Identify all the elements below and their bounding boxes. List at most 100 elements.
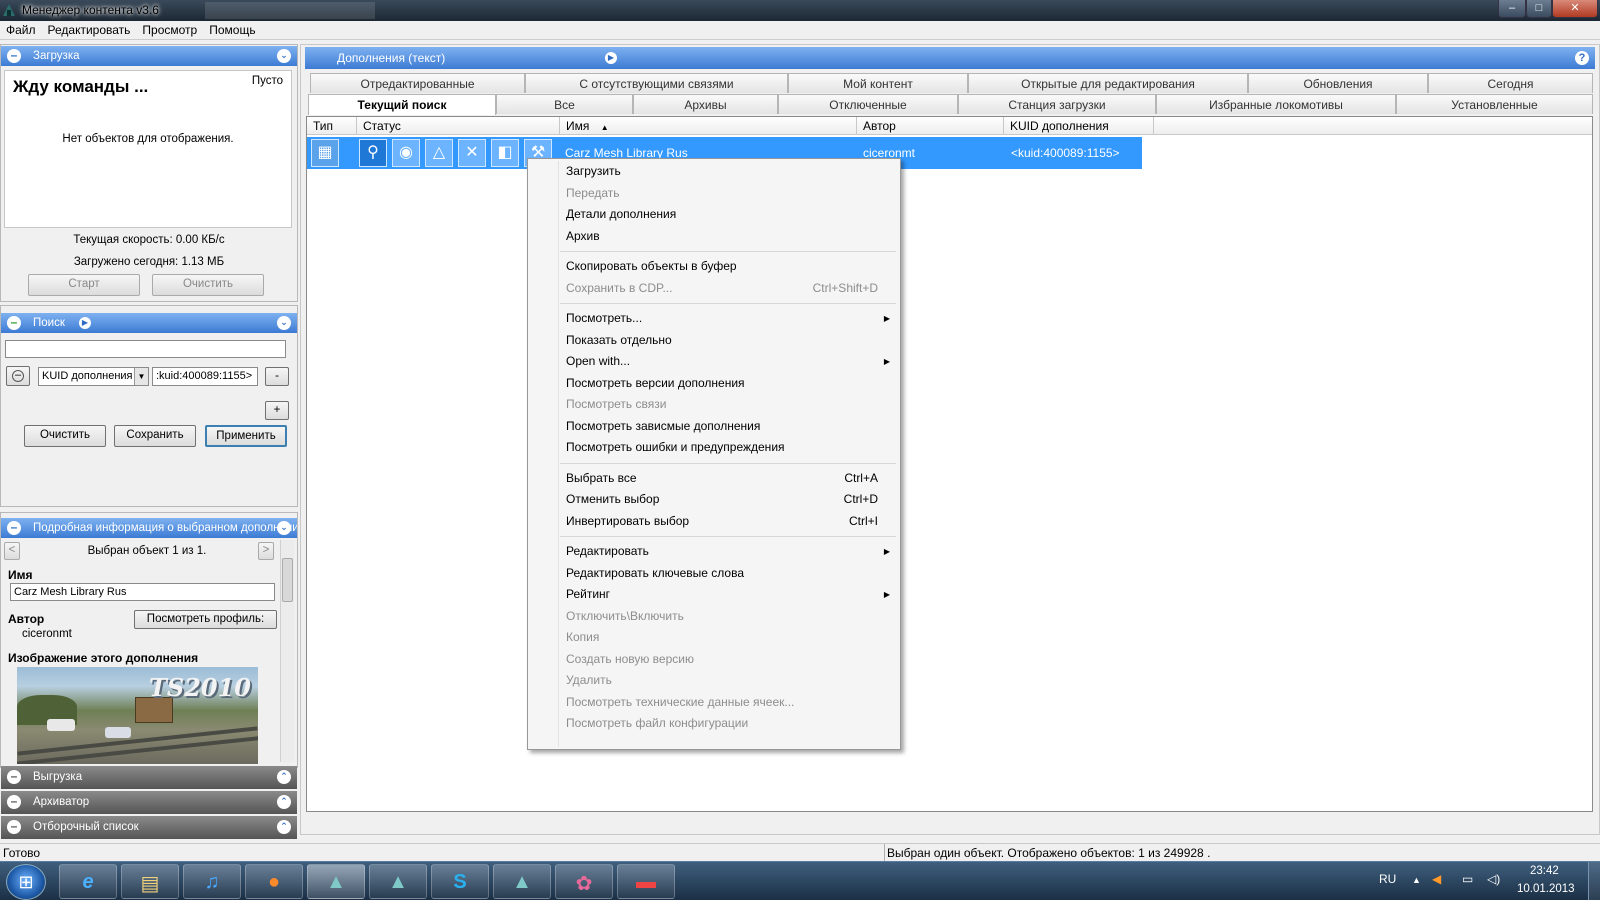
tab-open-for-edit[interactable]: Открытые для редактирования (968, 73, 1248, 93)
tab-download-station[interactable]: Станция загрузки (958, 94, 1156, 114)
archiver-panel-title: Архиватор (33, 796, 90, 808)
taskbar-trainz-active[interactable]: ▲ (307, 864, 365, 899)
column-status[interactable]: Статус (357, 117, 560, 135)
taskbar-music[interactable]: ♫ (183, 864, 241, 899)
context-menu-item-label: Скопировать объекты в буфер (566, 259, 737, 273)
dropdown-arrow-icon[interactable]: ▼ (134, 368, 148, 385)
context-menu-item[interactable]: Инвертировать выбор Ctrl+I (528, 511, 900, 533)
tab-missing-deps[interactable]: С отсутствующими связями (525, 73, 788, 93)
tray-expand-icon[interactable]: ▲ (1412, 875, 1421, 885)
search-query-input[interactable] (5, 340, 286, 358)
status-layers-icon: ◧ (491, 139, 519, 167)
context-menu-item[interactable]: Посмотреть ошибки и предупреждения (528, 437, 900, 459)
tray-volume-icon[interactable]: ◁) (1487, 872, 1500, 886)
context-menu-item[interactable]: Посмотреть зависмые дополнения (528, 416, 900, 438)
remove-criterion-button[interactable]: – (6, 366, 30, 386)
taskbar-trainz-2[interactable]: ▲ (369, 864, 427, 899)
tray-date[interactable]: 10.01.2013 (1517, 883, 1575, 895)
menu-file[interactable]: Файл (0, 21, 42, 37)
search-value-input[interactable]: :kuid:400089:1155> (152, 367, 258, 386)
tab-favorite-locos[interactable]: Избранные локомотивы (1156, 94, 1396, 114)
tab-disabled[interactable]: Отключенные (778, 94, 958, 114)
search-panel-header[interactable]: – Поиск ▶ ⌄ (1, 313, 297, 333)
chevron-down-icon[interactable]: ⌄ (277, 521, 291, 535)
play-icon[interactable]: ▶ (79, 317, 91, 329)
chevron-up-icon[interactable]: ⌃ (277, 770, 291, 784)
search-field-select[interactable]: KUID дополнения ▼ (38, 367, 149, 386)
context-menu-item[interactable]: Посмотреть... ▶ (528, 308, 900, 330)
context-menu-item[interactable]: Посмотреть версии дополнения (528, 373, 900, 395)
next-object-button[interactable]: > (258, 542, 274, 560)
context-menu-item[interactable]: Редактировать ▶ (528, 541, 900, 563)
column-author[interactable]: Автор (857, 117, 1004, 135)
tray-language[interactable]: RU (1379, 872, 1396, 886)
start-button-orb[interactable]: ⊞ (6, 864, 46, 900)
tab-current-search[interactable]: Текущий поиск (308, 94, 496, 115)
prev-object-button[interactable]: < (4, 542, 20, 560)
taskbar-trainz-3[interactable]: ▲ (493, 864, 551, 899)
menu-edit[interactable]: Редактировать (42, 21, 137, 37)
taskbar-ie[interactable]: e (59, 864, 117, 899)
minus-button[interactable]: - (265, 367, 289, 386)
taskbar-train[interactable]: ▬ (617, 864, 675, 899)
scrollbar-thumb[interactable] (282, 558, 293, 602)
tab-all[interactable]: Все (496, 94, 633, 114)
tab-updates[interactable]: Обновления (1248, 73, 1428, 93)
minimize-button[interactable]: – (1498, 0, 1526, 18)
tray-time[interactable]: 23:42 (1530, 865, 1559, 877)
details-panel-header[interactable]: – Подробная информация о выбранном допол… (1, 518, 297, 538)
search-save-button[interactable]: Сохранить (114, 425, 196, 447)
tab-my-content[interactable]: Мой контент (788, 73, 968, 93)
column-kuid[interactable]: KUID дополнения (1004, 117, 1154, 135)
context-menu-item[interactable]: Загрузить (528, 161, 900, 183)
help-icon[interactable]: ? (1575, 51, 1589, 65)
download-panel-header[interactable]: – Загрузка ⌄ (1, 46, 297, 66)
search-clear-button[interactable]: Очистить (24, 425, 106, 447)
shortlist-panel-header[interactable]: – Отборочный список ⌃ (1, 816, 297, 839)
tab-today[interactable]: Сегодня (1428, 73, 1593, 93)
show-desktop-button[interactable] (1588, 862, 1600, 900)
name-field[interactable]: Carz Mesh Library Rus (10, 583, 275, 601)
tab-edited[interactable]: Отредактированные (310, 73, 525, 93)
context-menu-item[interactable]: Рейтинг ▶ (528, 584, 900, 606)
status-triangle-icon: △ (425, 139, 453, 167)
context-menu-item-label: Редактировать ключевые слова (566, 565, 745, 580)
archiver-panel-header[interactable]: – Архиватор ⌃ (1, 791, 297, 814)
column-type[interactable]: Тип (307, 117, 357, 135)
context-menu-item[interactable]: Детали дополнения (528, 204, 900, 226)
taskbar-explorer[interactable]: ▤ (121, 864, 179, 899)
tray-flag-icon[interactable]: ◀ (1432, 872, 1441, 886)
download-clear-button[interactable]: Очистить (152, 274, 264, 296)
chevron-down-icon[interactable]: ⌄ (277, 49, 291, 63)
context-menu-item[interactable]: Показать отдельно (528, 330, 900, 352)
taskbar-skype[interactable]: S (431, 864, 489, 899)
menu-view[interactable]: Просмотр (136, 21, 203, 37)
tab-archives[interactable]: Архивы (633, 94, 778, 114)
details-scrollbar[interactable] (280, 540, 294, 762)
upload-panel-header[interactable]: – Выгрузка ⌃ (1, 766, 297, 789)
tab-installed[interactable]: Установленные (1396, 94, 1593, 114)
context-menu-item[interactable]: Архив (528, 226, 900, 248)
close-button[interactable]: ✕ (1552, 0, 1598, 18)
tray-network-icon[interactable]: ▭ (1462, 872, 1473, 886)
plus-button[interactable]: + (265, 401, 289, 420)
maximize-button[interactable]: □ (1526, 0, 1552, 18)
collapse-icon: – (7, 820, 21, 834)
taskbar-firefox[interactable]: ● (245, 864, 303, 899)
context-menu-item[interactable]: Open with... ▶ (528, 351, 900, 373)
search-apply-button[interactable]: Применить (205, 425, 287, 447)
context-menu-item[interactable]: Отменить выбор Ctrl+D (528, 489, 900, 511)
music-icon: ♫ (204, 871, 220, 893)
menu-help[interactable]: Помощь (203, 21, 261, 37)
chevron-down-icon[interactable]: ⌄ (277, 316, 291, 330)
context-menu-item[interactable]: Выбрать все Ctrl+A (528, 468, 900, 490)
column-name[interactable]: Имя ▲ (560, 117, 857, 135)
view-profile-button[interactable]: Посмотреть профиль: (134, 610, 277, 629)
start-button[interactable]: Старт (28, 274, 140, 296)
context-menu-item[interactable]: Скопировать объекты в буфер (528, 256, 900, 278)
context-menu-item[interactable]: Редактировать ключевые слова (528, 563, 900, 585)
chevron-up-icon[interactable]: ⌃ (277, 820, 291, 834)
chevron-up-icon[interactable]: ⌃ (277, 795, 291, 809)
taskbar-picasa[interactable]: ✿ (555, 864, 613, 899)
play-icon[interactable]: ▶ (605, 52, 617, 64)
